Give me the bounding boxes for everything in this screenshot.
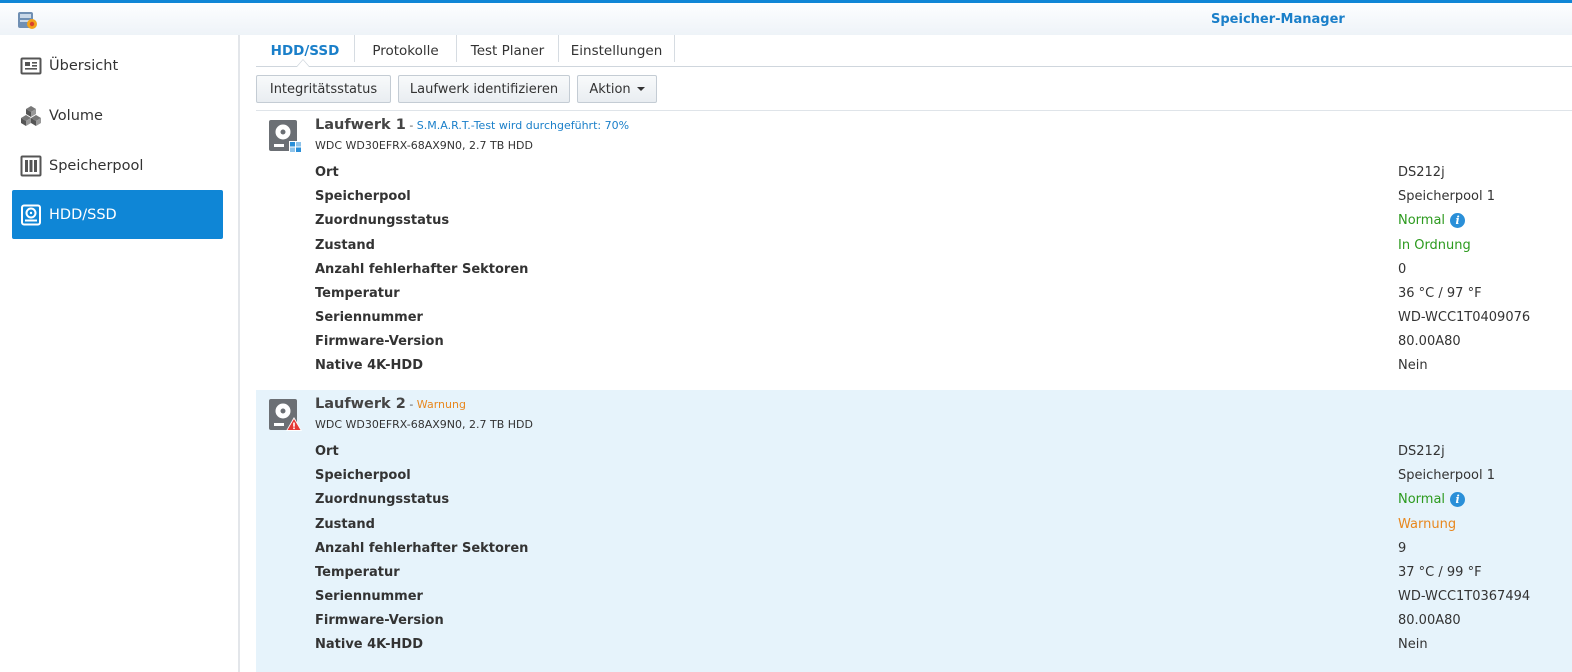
native4k-value: Nein — [1398, 358, 1428, 373]
pool-label: Speicherpool — [315, 189, 411, 204]
serial-label: Seriennummer — [315, 310, 423, 325]
drive-model: WDC WD30EFRX-68AX9N0, 2.7 TB HDD — [315, 139, 533, 152]
action-label: Aktion — [589, 81, 631, 97]
hdd-smart-icon — [268, 119, 302, 153]
tab-einstellungen[interactable]: Einstellungen — [559, 35, 674, 66]
allocation-label: Zuordnungsstatus — [315, 492, 450, 507]
drive-model: WDC WD30EFRX-68AX9N0, 2.7 TB HDD — [315, 418, 533, 431]
identify-drive-button[interactable]: Laufwerk identifizieren — [398, 75, 570, 103]
allocation-value: Normal — [1398, 213, 1446, 228]
serial-value: WD-WCC1T0409076 — [1398, 310, 1531, 325]
action-dropdown-button[interactable]: Aktion — [577, 75, 657, 103]
health-label: Zustand — [315, 238, 375, 253]
drive-name: Laufwerk 2 — [315, 396, 406, 412]
bad-sectors-label: Anzahl fehlerhafter Sektoren — [315, 541, 529, 556]
drive-panel-selected[interactable]: Laufwerk 2 - Warnung WDC WD30EFRX-68AX9N… — [256, 390, 1572, 672]
native4k-label: Native 4K-HDD — [315, 358, 423, 373]
drive-header: Laufwerk 2 - Warnung — [315, 396, 466, 412]
health-status-button[interactable]: Integritätsstatus — [256, 75, 391, 103]
chevron-down-icon — [636, 87, 645, 91]
volume-cubes-icon — [20, 105, 42, 127]
sidebar-item-hdd-ssd[interactable]: HDD/SSD — [12, 190, 223, 239]
sidebar-item-volume[interactable]: Volume — [12, 91, 223, 140]
health-value: In Ordnung — [1398, 238, 1471, 253]
tab-bar: HDD/SSD Protokolle Test Planer Einstellu… — [256, 35, 1572, 67]
tab-test-planer[interactable]: Test Planer — [457, 35, 558, 66]
allocation-value-row: Normal i — [1398, 492, 1466, 507]
sidebar-divider — [238, 35, 240, 672]
firmware-label: Firmware-Version — [315, 613, 444, 628]
firmware-value: 80.00A80 — [1398, 613, 1461, 628]
location-value: DS212j — [1398, 444, 1445, 459]
firmware-value: 80.00A80 — [1398, 334, 1461, 349]
hdd-icon — [20, 204, 42, 226]
firmware-label: Firmware-Version — [315, 334, 444, 349]
overview-icon — [20, 55, 42, 77]
sidebar-item-label: Übersicht — [49, 57, 119, 74]
sidebar-item-label: Volume — [49, 107, 103, 124]
allocation-value-row: Normal i — [1398, 213, 1466, 228]
sidebar-item-label: HDD/SSD — [49, 206, 117, 223]
health-label: Zustand — [315, 517, 375, 532]
drive-separator: - — [405, 398, 417, 411]
info-icon[interactable]: i — [1450, 492, 1466, 507]
pool-value: Speicherpool 1 — [1398, 189, 1496, 204]
allocation-label: Zuordnungsstatus — [315, 213, 450, 228]
tab-separator — [674, 35, 675, 62]
drive-panel[interactable]: Laufwerk 1 - S.M.A.R.T.-Test wird durchg… — [256, 111, 1572, 390]
hdd-warning-icon — [268, 398, 302, 432]
location-label: Ort — [315, 444, 339, 459]
drive-name: Laufwerk 1 — [315, 117, 406, 133]
pool-label: Speicherpool — [315, 468, 411, 483]
pool-value: Speicherpool 1 — [1398, 468, 1496, 483]
bad-sectors-value: 9 — [1398, 541, 1407, 556]
native4k-value: Nein — [1398, 637, 1428, 652]
drive-warning-status: Warnung — [416, 398, 466, 411]
title-bar: Speicher-Manager — [0, 3, 1572, 35]
location-value: DS212j — [1398, 165, 1445, 180]
health-value: Warnung — [1398, 517, 1457, 532]
sidebar-item-storage-pool[interactable]: Speicherpool — [12, 141, 223, 190]
sidebar-item-overview[interactable]: Übersicht — [12, 41, 223, 90]
native4k-label: Native 4K-HDD — [315, 637, 423, 652]
temperature-label: Temperatur — [315, 286, 400, 301]
active-tab-indicator-fill — [297, 60, 309, 67]
window-title: Speicher-Manager — [1211, 12, 1345, 27]
sidebar: Übersicht Volume Speicherpool HDD/SSD — [0, 35, 238, 672]
temperature-value: 37 °C / 99 °F — [1398, 565, 1482, 580]
bad-sectors-value: 0 — [1398, 262, 1407, 277]
drive-header: Laufwerk 1 - S.M.A.R.T.-Test wird durchg… — [315, 117, 629, 133]
sidebar-item-label: Speicherpool — [49, 157, 144, 174]
location-label: Ort — [315, 165, 339, 180]
smart-test-status: S.M.A.R.T.-Test wird durchgeführt: 70% — [416, 119, 630, 132]
allocation-value: Normal — [1398, 492, 1446, 507]
serial-value: WD-WCC1T0367494 — [1398, 589, 1531, 604]
drive-separator: - — [405, 119, 417, 132]
temperature-label: Temperatur — [315, 565, 400, 580]
serial-label: Seriennummer — [315, 589, 423, 604]
storage-manager-app-icon — [16, 9, 38, 31]
tab-protokolle[interactable]: Protokolle — [355, 35, 456, 66]
storage-pool-icon — [20, 155, 42, 177]
info-icon[interactable]: i — [1450, 213, 1466, 228]
bad-sectors-label: Anzahl fehlerhafter Sektoren — [315, 262, 529, 277]
temperature-value: 36 °C / 97 °F — [1398, 286, 1482, 301]
